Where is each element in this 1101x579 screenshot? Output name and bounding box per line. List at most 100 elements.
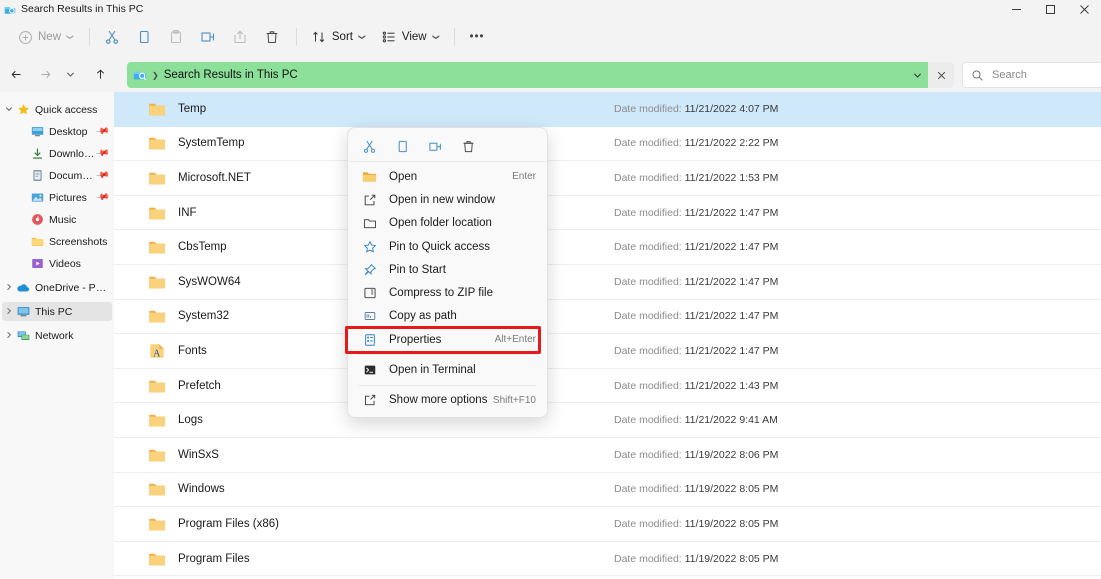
file-date-modified: Date modified: 11/21/2022 1:47 PM [614, 241, 778, 253]
sidebar-item-onedrive[interactable]: OneDrive - Personal [2, 278, 112, 297]
zip-icon [362, 286, 377, 301]
clear-search-button[interactable] [928, 62, 954, 88]
context-menu-item-properties[interactable]: Properties Alt+Enter [351, 328, 544, 351]
context-menu-item-open-in-terminal[interactable]: Open in Terminal [351, 358, 544, 381]
file-date-modified: Date modified: 11/21/2022 2:22 PM [614, 137, 778, 149]
toolbar-divider-3 [454, 28, 456, 46]
date-modified-label: Date modified: [614, 275, 682, 288]
file-date-modified: Date modified: 11/21/2022 4:07 PM [614, 103, 778, 115]
pin-icon: 📌 [95, 167, 111, 183]
title-bar: Search Results in This PC [0, 0, 1101, 18]
date-modified-label: Date modified: [614, 344, 682, 357]
table-row[interactable]: SysWOW64 Date modified: 11/21/2022 1:47 P… [114, 265, 1101, 300]
rename-icon[interactable] [420, 134, 451, 160]
table-row[interactable]: Logs Date modified: 11/21/2022 9:41 AM [114, 403, 1101, 438]
date-modified-value: 11/21/2022 1:47 PM [684, 344, 779, 357]
breadcrumb[interactable]: ❯ Search Results in This PC [127, 62, 953, 88]
more-button[interactable]: ••• [462, 23, 491, 51]
search-box[interactable] [962, 62, 1101, 88]
table-row[interactable]: Program Files (x86) Date modified: 11/19/… [114, 507, 1101, 542]
minimize-button[interactable] [999, 0, 1033, 18]
paste-button[interactable] [161, 23, 191, 51]
rename-button[interactable] [193, 23, 223, 51]
chevron-down-icon[interactable] [2, 105, 16, 115]
sidebar-item-quick-access[interactable]: Quick access [2, 100, 112, 119]
delete-icon[interactable] [453, 134, 484, 160]
sidebar-item-downloads[interactable]: Downloads 📌 [2, 144, 112, 163]
chevron-right-icon[interactable] [2, 307, 16, 317]
table-row[interactable]: Temp Date modified: 11/21/2022 4:07 PM [114, 92, 1101, 127]
sidebar-item-label: Pictures [49, 191, 87, 204]
date-modified-label: Date modified: [614, 379, 682, 392]
breadcrumb-path: Search Results in This PC [163, 69, 298, 81]
more-options-icon [362, 393, 377, 408]
date-modified-label: Date modified: [614, 206, 682, 219]
address-dropdown-button[interactable] [903, 62, 931, 88]
navigation-pane[interactable]: Quick access Desktop 📌 Downloads 📌 Docum… [0, 92, 114, 579]
file-date-modified: Date modified: 11/21/2022 1:53 PM [614, 172, 778, 184]
svg-text:A: A [153, 349, 161, 360]
sidebar-item-screenshots[interactable]: Screenshots [2, 232, 112, 251]
date-modified-value: 11/19/2022 8:05 PM [684, 517, 779, 530]
rename-icon [200, 29, 216, 45]
sidebar-item-music[interactable]: Music [2, 210, 112, 229]
magnifier-icon [971, 69, 984, 82]
back-button[interactable] [3, 61, 29, 87]
table-row[interactable]: Microsoft.NET Date modified: 11/21/2022 1… [114, 161, 1101, 196]
maximize-button[interactable] [1033, 0, 1067, 18]
sort-button[interactable]: Sort ❯ [304, 23, 372, 51]
recent-locations-button[interactable] [61, 61, 79, 87]
context-menu-item-open-folder-location[interactable]: Open folder location [351, 212, 544, 235]
chevron-right-icon[interactable] [2, 283, 16, 293]
copy-icon [136, 29, 152, 45]
context-menu-item-compress-to-zip[interactable]: Compress to ZIP file [351, 281, 544, 304]
file-name: Prefetch [178, 379, 221, 392]
close-button[interactable] [1067, 0, 1101, 18]
copy-button[interactable] [129, 23, 159, 51]
copy-icon[interactable] [387, 134, 418, 160]
table-row[interactable]: Windows Date modified: 11/19/2022 8:05 PM [114, 473, 1101, 508]
context-menu-item-label: Open in new window [389, 193, 496, 206]
sidebar-item-label: Downloads [49, 147, 97, 160]
context-menu-item-copy-as-path[interactable]: Copy as path [351, 305, 544, 328]
delete-button[interactable] [257, 23, 287, 51]
table-row[interactable]: System32 Date modified: 11/21/2022 1:47 P… [114, 300, 1101, 335]
context-menu[interactable]: Open Enter Open in new window Open folde… [347, 127, 548, 418]
chevron-right-icon[interactable] [2, 331, 16, 341]
up-button[interactable] [87, 61, 113, 87]
cut-icon[interactable] [354, 134, 385, 160]
file-date-modified: Date modified: 11/21/2022 1:47 PM [614, 207, 778, 219]
context-menu-item-accel: Alt+Enter [494, 334, 536, 346]
sidebar-item-documents[interactable]: Documents 📌 [2, 166, 112, 185]
view-button[interactable]: View ❯ [374, 23, 446, 51]
context-menu-item-pin-to-quick-access[interactable]: Pin to Quick access [351, 235, 544, 258]
share-button[interactable] [225, 23, 255, 51]
new-button[interactable]: New ❯ [10, 23, 80, 51]
table-row[interactable]: SystemTemp Date modified: 11/21/2022 2:22… [114, 127, 1101, 162]
file-date-modified: Date modified: 11/21/2022 1:47 PM [614, 310, 778, 322]
sort-arrows-icon [311, 29, 327, 45]
table-row[interactable]: Prefetch Date modified: 11/21/2022 1:43 P… [114, 369, 1101, 404]
date-modified-value: 11/19/2022 8:05 PM [684, 483, 779, 496]
file-list[interactable]: Temp Date modified: 11/21/2022 4:07 PM Sys… [114, 92, 1101, 579]
context-menu-item-pin-to-start[interactable]: Pin to Start [351, 258, 544, 281]
context-menu-item-label: Open in Terminal [389, 364, 476, 377]
sidebar-item-videos[interactable]: Videos [2, 254, 112, 273]
sidebar-item-desktop[interactable]: Desktop 📌 [2, 122, 112, 141]
cut-button[interactable] [97, 23, 127, 51]
table-row[interactable]: INF Date modified: 11/21/2022 1:47 PM [114, 196, 1101, 231]
search-input[interactable] [992, 69, 1092, 81]
sidebar-item-this-pc[interactable]: This PC [2, 302, 112, 321]
chevron-down-icon: ❯ [65, 34, 73, 40]
context-menu-item-open-in-new-window[interactable]: Open in new window [351, 188, 544, 211]
forward-button[interactable] [32, 61, 58, 87]
table-row[interactable]: A Fonts Date modified: 11/21/2022 1:47 PM [114, 334, 1101, 369]
sidebar-item-network[interactable]: Network [2, 326, 112, 345]
context-menu-item-show-more-options[interactable]: Show more options Shift+F10 [351, 389, 544, 412]
table-row[interactable]: CbsTemp Date modified: 11/21/2022 1:47 PM [114, 230, 1101, 265]
file-name: SystemTemp [178, 137, 245, 150]
context-menu-item-open[interactable]: Open Enter [351, 165, 544, 188]
table-row[interactable]: Program Files Date modified: 11/19/2022 8… [114, 542, 1101, 577]
table-row[interactable]: WinSxS Date modified: 11/19/2022 8:06 PM [114, 438, 1101, 473]
sidebar-item-pictures[interactable]: Pictures 📌 [2, 188, 112, 207]
